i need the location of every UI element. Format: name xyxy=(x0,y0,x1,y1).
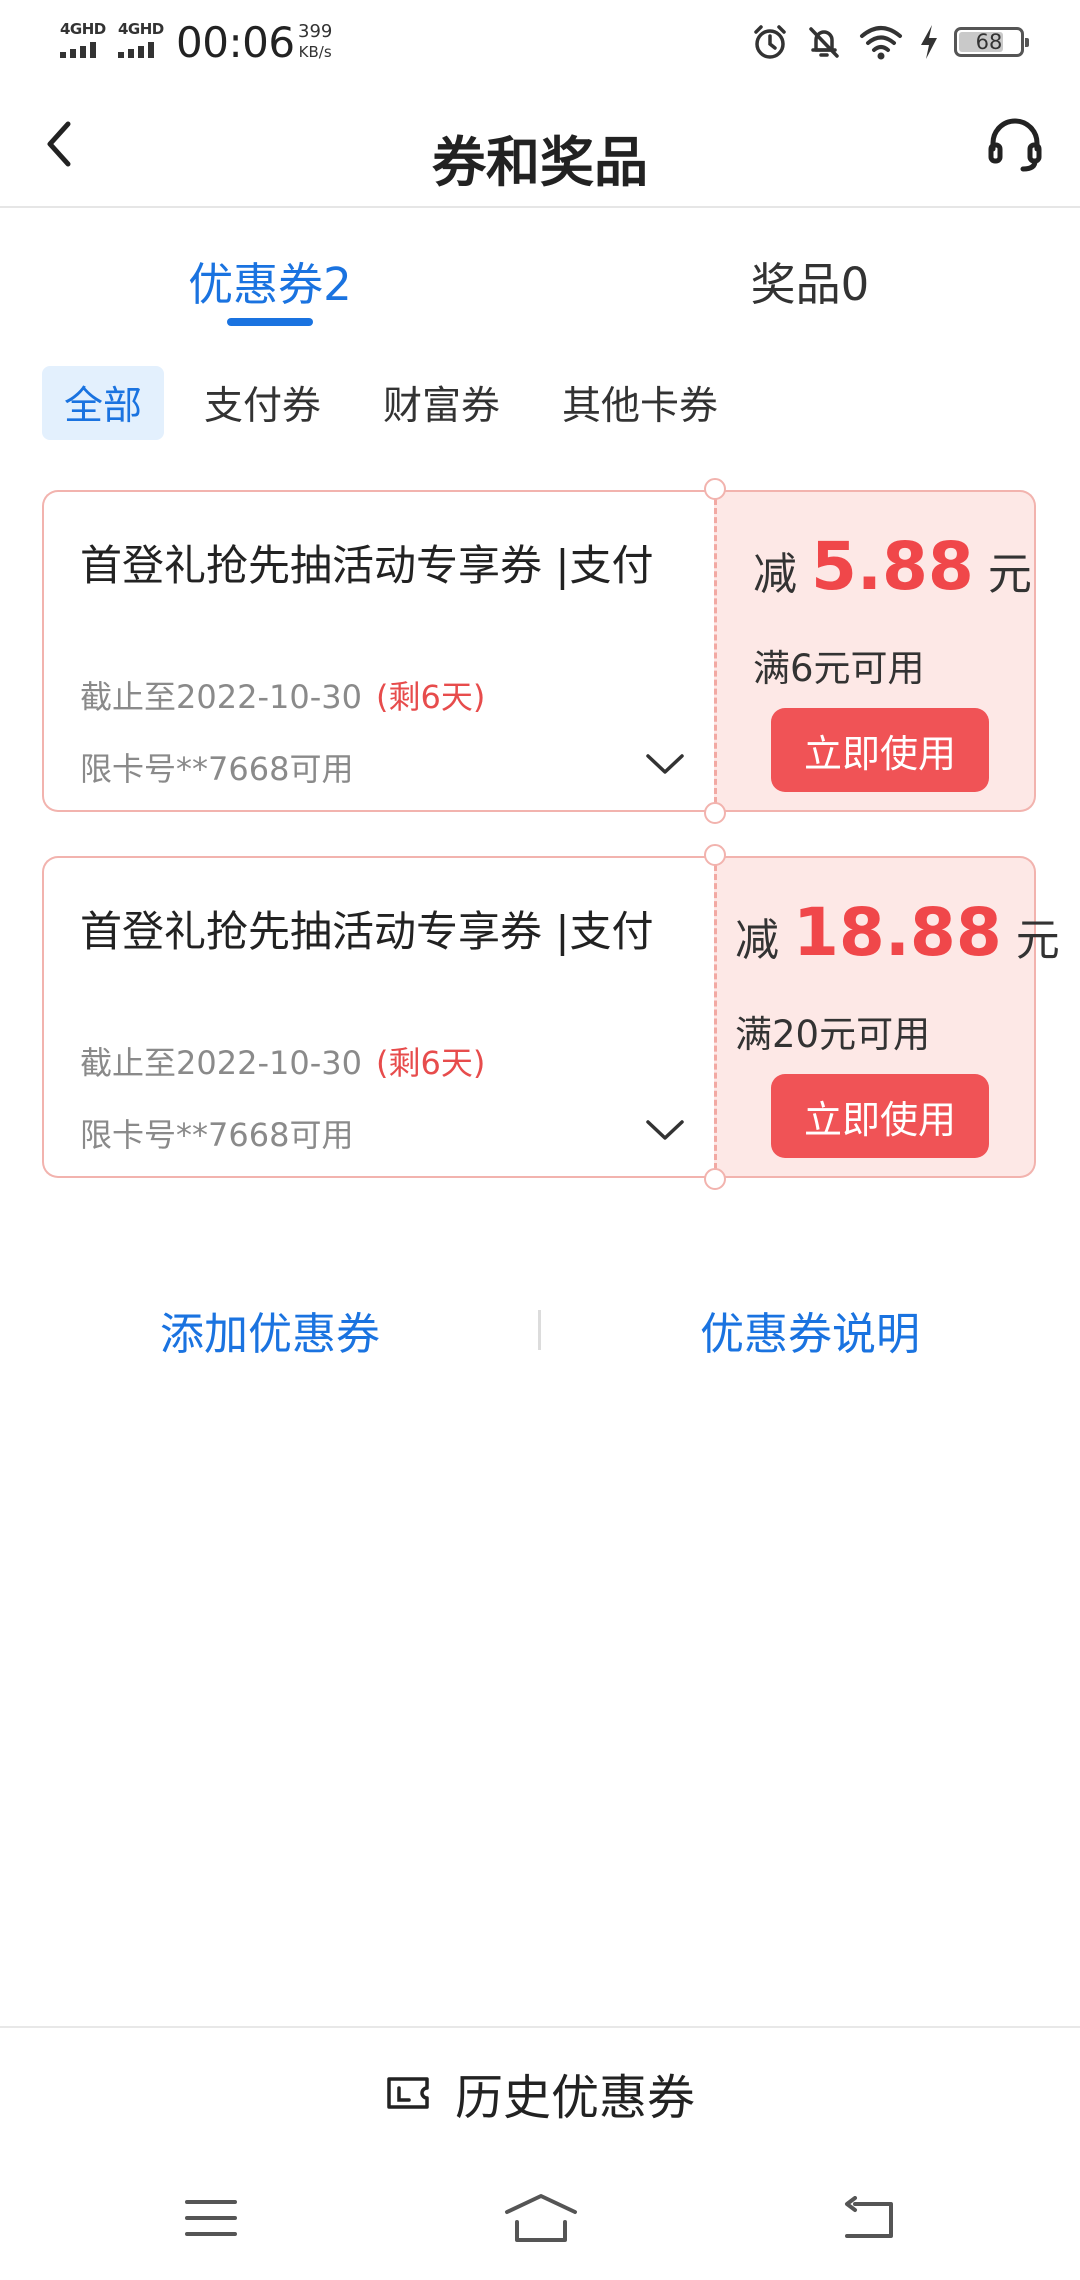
coupon-title: 首登礼抢先抽活动专享券 |支付 xyxy=(80,907,654,956)
charging-icon xyxy=(921,25,937,59)
tab-coupons[interactable]: 优惠券2 xyxy=(120,248,420,313)
active-tab-indicator xyxy=(227,318,313,326)
signal-bars-icon xyxy=(118,42,162,58)
coupon-explain-link[interactable]: 优惠券说明 xyxy=(630,1298,990,1362)
discount-unit: 元 xyxy=(987,549,1032,600)
use-threshold: 满6元可用 xyxy=(753,647,925,690)
network-speed: 399 KB/s xyxy=(298,22,332,62)
network-type-2: 4GHD xyxy=(118,20,164,38)
expand-button[interactable] xyxy=(640,744,690,784)
coupon-value-panel: 减 5.88 元 满6元可用 立即使用 xyxy=(714,490,1036,812)
header: 券和奖品 xyxy=(0,84,1080,208)
battery-level: 68 xyxy=(975,30,1003,54)
coupon-card: 首登礼抢先抽活动专享券 |支付 截止至2022-10-30 (剩6天) 限卡号**… xyxy=(42,844,1060,1190)
nav-menu-button[interactable] xyxy=(166,2188,256,2248)
coupon-expiry: 截止至2022-10-30 (剩6天) xyxy=(80,1038,485,1084)
status-bar: 4GHD 4GHD 00:06 399 KB/s 68 xyxy=(0,0,1080,84)
coupon-card: 首登礼抢先抽活动专享券 |支付 截止至2022-10-30 (剩6天) 限卡号**… xyxy=(42,478,1036,824)
filter-wealth[interactable]: 财富券 xyxy=(361,366,522,440)
divider xyxy=(538,1310,541,1350)
discount-amount: 5.88 xyxy=(811,528,974,605)
nav-back-button[interactable] xyxy=(824,2188,914,2248)
notch xyxy=(704,844,726,866)
add-coupon-link[interactable]: 添加优惠券 xyxy=(90,1298,450,1362)
history-coupons-button[interactable]: 历史优惠券 xyxy=(0,2026,1080,2158)
alarm-icon xyxy=(754,25,786,59)
system-nav-bar xyxy=(0,2158,1080,2280)
coupon-expiry: 截止至2022-10-30 (剩6天) xyxy=(80,672,485,718)
coupon-value-panel: 减 18.88 元 满20元可用 立即使用 xyxy=(714,856,1060,1178)
mute-bell-icon xyxy=(809,27,839,58)
expiry-date: 截止至2022-10-30 xyxy=(80,678,362,716)
discount-unit: 元 xyxy=(1015,915,1060,966)
wifi-icon xyxy=(860,26,902,60)
use-now-button[interactable]: 立即使用 xyxy=(771,708,989,792)
notch xyxy=(704,802,726,824)
discount-amount: 18.88 xyxy=(793,894,1002,971)
status-time: 00:06 xyxy=(176,18,295,67)
coupon-info: 首登礼抢先抽活动专享券 |支付 截止至2022-10-30 (剩6天) 限卡号**… xyxy=(42,490,714,812)
expand-button[interactable] xyxy=(640,1110,690,1150)
back-icon xyxy=(845,2196,893,2238)
headset-icon xyxy=(988,118,1042,172)
signal-2: 4GHD xyxy=(116,20,164,60)
ticket-icon xyxy=(387,2077,429,2109)
speed-value: 399 xyxy=(298,21,333,42)
card-limit: 限卡号**7668可用 xyxy=(80,750,354,788)
remaining-days: (剩6天) xyxy=(375,1044,486,1082)
status-icons: 68 xyxy=(750,20,1029,64)
filter-other-cards[interactable]: 其他卡券 xyxy=(540,366,740,440)
tab-prizes[interactable]: 奖品0 xyxy=(660,248,960,313)
home-icon xyxy=(505,2194,577,2242)
use-now-button[interactable]: 立即使用 xyxy=(771,1074,989,1158)
coupon-title: 首登礼抢先抽活动专享券 |支付 xyxy=(80,541,654,590)
use-threshold: 满20元可用 xyxy=(735,1013,931,1056)
expiry-date: 截止至2022-10-30 xyxy=(80,1044,362,1082)
nav-home-button[interactable] xyxy=(496,2188,586,2248)
notch xyxy=(704,1168,726,1190)
chevron-down-icon xyxy=(646,1120,684,1140)
speed-unit: KB/s xyxy=(298,43,332,61)
chevron-down-icon xyxy=(646,754,684,774)
card-limit: 限卡号**7668可用 xyxy=(80,1116,354,1154)
discount: 减 5.88 元 xyxy=(753,528,1032,605)
filter-payment[interactable]: 支付券 xyxy=(182,366,343,440)
tab-bar: 优惠券2 奖品0 xyxy=(0,210,1080,330)
network-type-1: 4GHD xyxy=(60,20,106,38)
history-label: 历史优惠券 xyxy=(454,2070,695,2126)
discount: 减 18.88 元 xyxy=(735,894,1060,971)
remaining-days: (剩6天) xyxy=(375,678,486,716)
battery-icon: 68 xyxy=(954,27,1029,57)
customer-service-button[interactable] xyxy=(980,110,1050,180)
page-title: 券和奖品 xyxy=(432,131,648,194)
notch xyxy=(704,478,726,500)
signal-1: 4GHD xyxy=(58,20,106,60)
menu-icon xyxy=(185,2200,237,2236)
filter-all[interactable]: 全部 xyxy=(42,366,165,440)
discount-prefix: 减 xyxy=(753,549,797,600)
coupon-info: 首登礼抢先抽活动专享券 |支付 截止至2022-10-30 (剩6天) 限卡号**… xyxy=(42,856,714,1178)
discount-prefix: 减 xyxy=(735,915,779,966)
signal-bars-icon xyxy=(60,42,104,58)
filter-chips: 全部 支付券 财富券 其他卡券 xyxy=(42,366,740,440)
coupon-links: 添加优惠券 优惠券说明 xyxy=(0,1290,1080,1370)
